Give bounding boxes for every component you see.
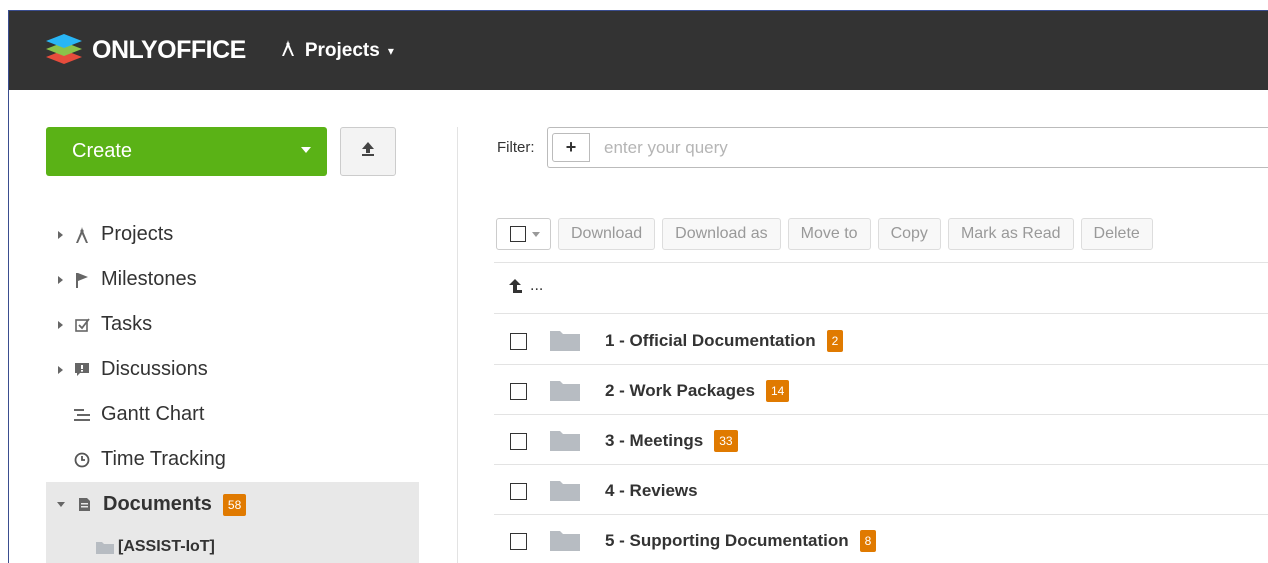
delete-button[interactable]: Delete <box>1080 218 1153 250</box>
create-label: Create <box>72 140 133 162</box>
task-check-icon <box>73 316 91 334</box>
folder-icon <box>96 541 114 554</box>
sidebar-item-label: Time Tracking <box>101 448 226 470</box>
sidebar-item-documents[interactable]: Documents 58 <box>46 482 419 527</box>
folder-name[interactable]: 5 - Supporting Documentation <box>605 531 849 551</box>
table-row[interactable]: 5 - Supporting Documentation 8 <box>494 516 1268 563</box>
level-up-icon <box>508 278 522 294</box>
logo-text: ONLYOFFICE <box>92 36 246 64</box>
sidebar-item-gantt-chart[interactable]: Gantt Chart <box>46 392 419 437</box>
folder-icon <box>549 529 581 553</box>
search-input[interactable] <box>604 137 1104 158</box>
parent-folder-label: ... <box>530 277 544 294</box>
row-divider <box>494 464 1268 465</box>
expand-arrow-icon[interactable] <box>58 230 63 239</box>
sidebar-item-label: Documents <box>103 493 212 515</box>
sidebar-item-time-tracking[interactable]: Time Tracking <box>46 437 419 482</box>
sidebar-subitem-label: [ASSIST-IoT] <box>118 538 215 555</box>
document-icon <box>75 496 93 514</box>
panel-divider <box>457 127 458 563</box>
row-checkbox[interactable] <box>510 382 527 400</box>
folder-name[interactable]: 1 - Official Documentation <box>605 331 816 351</box>
onlyoffice-logo-icon <box>44 32 84 69</box>
download-button[interactable]: Download <box>558 218 656 250</box>
row-divider <box>494 313 1268 314</box>
compass-icon <box>281 39 295 62</box>
gantt-icon <box>73 406 91 424</box>
count-badge: 14 <box>765 380 790 402</box>
expand-arrow-icon[interactable] <box>58 320 63 329</box>
row-checkbox[interactable] <box>510 432 527 450</box>
chevron-down-icon: ▾ <box>387 43 394 58</box>
select-all-checkbox[interactable] <box>496 218 551 250</box>
row-divider <box>494 514 1268 515</box>
folder-icon <box>549 329 581 353</box>
clock-icon <box>73 451 91 469</box>
row-checkbox[interactable] <box>510 482 527 500</box>
sidebar-item-label: Discussions <box>101 358 208 380</box>
action-toolbar: Download Download as Move to Copy Mark a… <box>496 218 1153 250</box>
sidebar-nav: Projects Milestones Tasks Discussions Ga… <box>46 212 419 563</box>
plus-icon: + <box>565 137 577 157</box>
copy-button[interactable]: Copy <box>877 218 941 250</box>
flag-icon <box>73 271 91 289</box>
filter-label: Filter: <box>497 139 535 156</box>
move-to-button[interactable]: Move to <box>787 218 871 250</box>
folder-icon <box>549 429 581 453</box>
caret-down-icon <box>301 147 311 153</box>
folder-name[interactable]: 3 - Meetings <box>605 431 703 451</box>
row-divider <box>494 414 1268 415</box>
expand-arrow-icon[interactable] <box>58 275 63 284</box>
compass-icon <box>73 226 91 244</box>
sidebar-item-tasks[interactable]: Tasks <box>46 302 419 347</box>
sidebar-item-projects[interactable]: Projects <box>46 212 419 257</box>
row-divider <box>494 262 1268 263</box>
table-row[interactable]: 1 - Official Documentation 2 <box>494 316 1268 366</box>
folder-name[interactable]: 4 - Reviews <box>605 481 698 501</box>
folder-icon <box>549 479 581 503</box>
count-badge: 2 <box>826 330 844 352</box>
sidebar-item-milestones[interactable]: Milestones <box>46 257 419 302</box>
row-divider <box>494 364 1268 365</box>
count-badge: 58 <box>222 493 247 516</box>
sidebar-item-label: Projects <box>101 223 174 245</box>
sidebar-item-label: Gantt Chart <box>101 403 205 425</box>
row-checkbox[interactable] <box>510 332 527 350</box>
mark-as-read-button[interactable]: Mark as Read <box>947 218 1074 250</box>
count-badge: 8 <box>859 530 877 552</box>
sidebar-subitem-assist-iot[interactable]: [ASSIST-IoT] <box>46 527 419 563</box>
collapse-arrow-icon[interactable] <box>57 502 65 507</box>
upload-button[interactable] <box>340 127 396 176</box>
add-filter-button[interactable]: + <box>552 133 590 162</box>
parent-folder-link[interactable]: ... <box>508 277 543 295</box>
upload-icon <box>360 141 376 162</box>
create-button[interactable]: Create <box>46 127 327 176</box>
table-row[interactable]: 4 - Reviews <box>494 466 1268 516</box>
logo[interactable]: ONLYOFFICE <box>44 32 246 69</box>
count-badge: 33 <box>714 430 738 452</box>
row-checkbox[interactable] <box>510 532 527 550</box>
sidebar-item-label: Milestones <box>101 268 197 290</box>
download-as-button[interactable]: Download as <box>662 218 781 250</box>
window-frame-left <box>8 10 9 563</box>
sidebar-item-label: Tasks <box>101 313 153 335</box>
folder-icon <box>549 379 581 403</box>
sidebar-item-discussions[interactable]: Discussions <box>46 347 419 392</box>
filter-box[interactable]: + <box>547 127 1268 168</box>
folder-name[interactable]: 2 - Work Packages <box>605 381 755 401</box>
table-row[interactable]: 3 - Meetings 33 <box>494 416 1268 466</box>
expand-arrow-icon[interactable] <box>58 365 63 374</box>
module-label: Projects <box>304 39 380 61</box>
chevron-down-icon[interactable] <box>532 231 540 237</box>
table-row[interactable]: 2 - Work Packages 14 <box>494 366 1268 416</box>
module-switcher[interactable]: Projects ▾ <box>281 39 394 62</box>
discussion-icon <box>73 361 91 379</box>
top-bar: ONLYOFFICE Projects ▾ <box>9 11 1268 90</box>
checkbox[interactable] <box>510 226 526 242</box>
